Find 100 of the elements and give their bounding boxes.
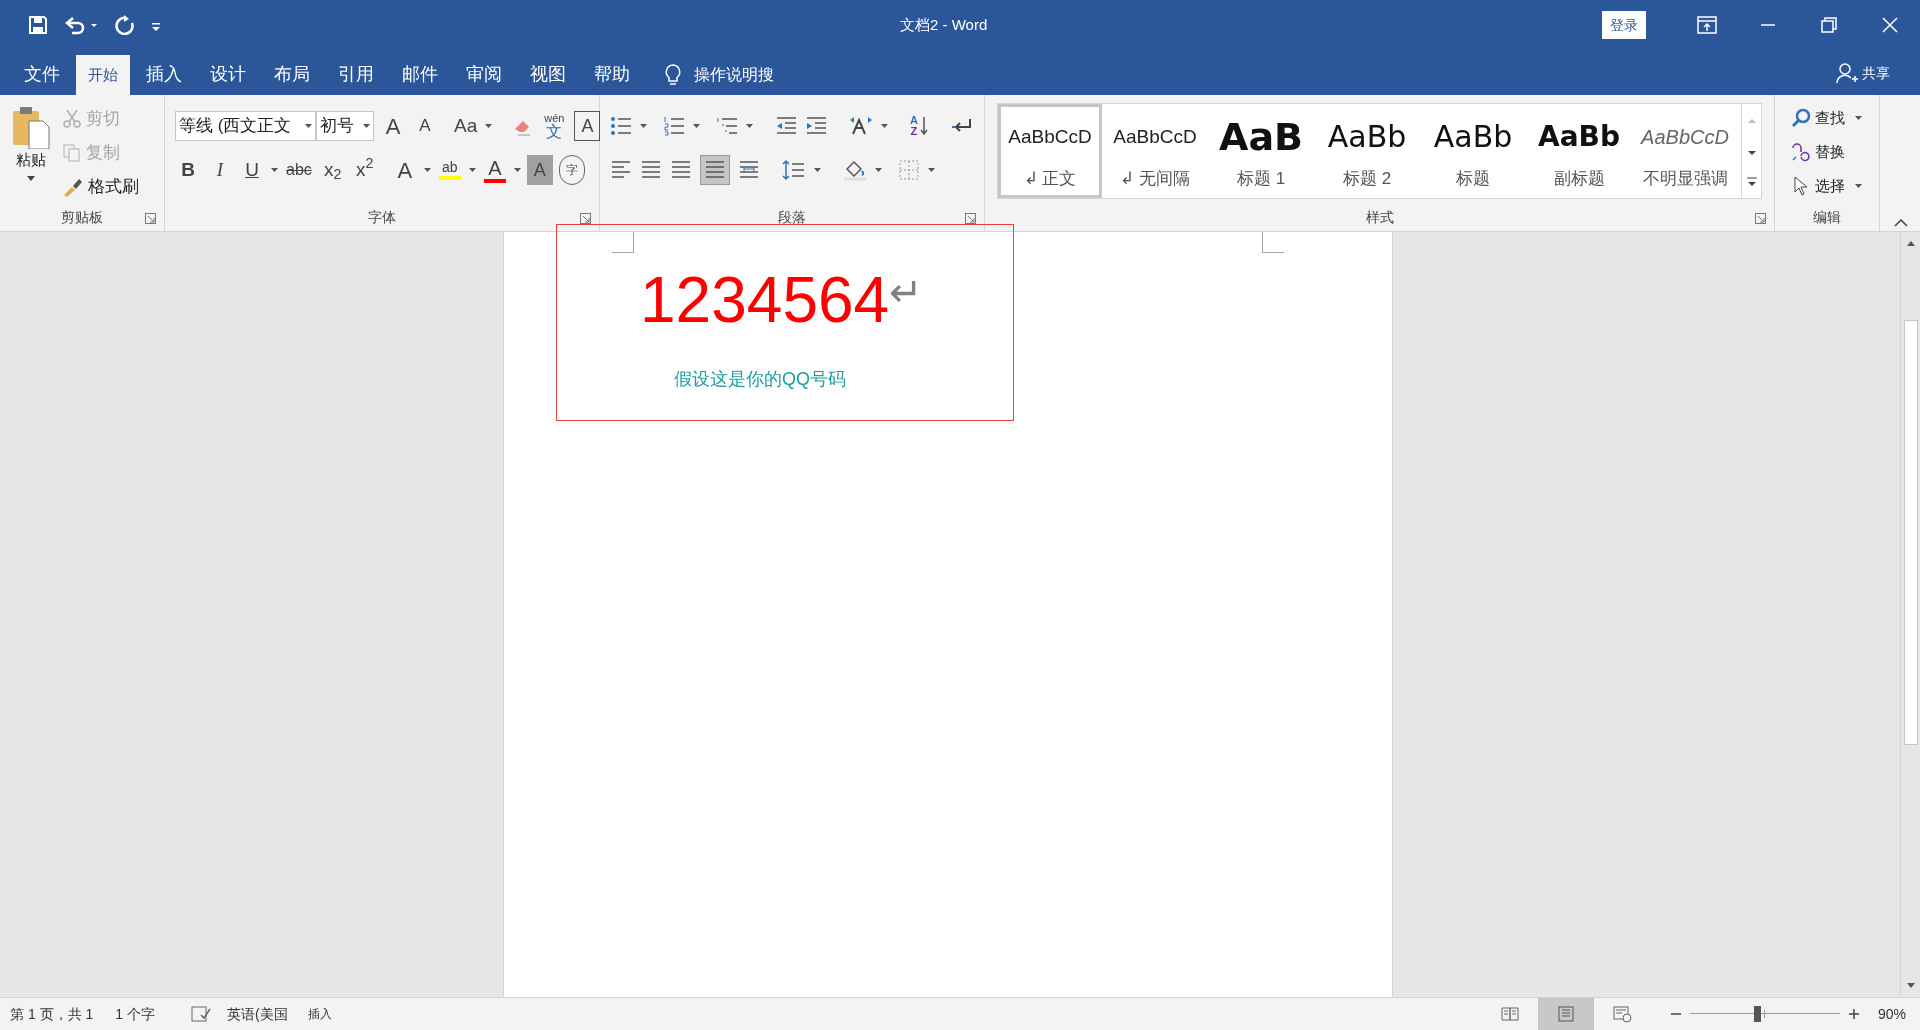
tell-me-search[interactable]: 操作说明搜 [694,63,774,87]
caret-down-icon [1855,184,1862,188]
margin-corner-mark [1262,232,1284,253]
language-indicator[interactable]: 英语(美国 [226,1003,288,1025]
ribbon-tab[interactable]: 帮助 [582,55,642,95]
zoom-in-icon[interactable] [1847,1008,1860,1020]
collapse-ribbon-icon[interactable] [1894,219,1908,227]
caret-down-icon [928,168,935,172]
word-count[interactable]: 1 个字 [115,1003,155,1025]
ribbon-tab[interactable]: 审阅 [454,55,514,95]
increase-indent-icon[interactable] [805,116,827,136]
style-item[interactable]: AaB 标题 1 [1208,104,1314,198]
superscript-button[interactable]: x$^{2}$ [351,155,378,185]
lightbulb-icon[interactable] [664,63,682,87]
dialog-launcher-icon[interactable] [965,213,976,224]
redo-icon[interactable] [114,15,134,35]
read-mode-icon [1499,1005,1520,1023]
clipboard-icon [11,105,51,149]
group-label: 编辑 [1813,207,1841,227]
zoom-level[interactable]: 90% [1877,1003,1906,1025]
ribbon-tab[interactable]: 视图 [518,55,578,95]
decrease-indent-icon[interactable] [775,116,797,136]
ribbon-tab[interactable]: 邮件 [390,55,450,95]
save-icon[interactable] [28,15,48,35]
style-item[interactable]: AaBbCcD ↲ 无间隔 [1102,104,1208,198]
replace-icon [1791,142,1811,162]
find-button[interactable]: 查找 [1791,105,1862,131]
paint-bucket-icon[interactable] [843,159,867,181]
replace-button[interactable]: 替换 [1791,139,1862,165]
justify-icon [704,159,726,181]
restore-icon[interactable] [1820,17,1837,33]
zoom-slider-thumb[interactable] [1754,1006,1762,1022]
style-item[interactable]: AaBbCcD ↲ 正文 [998,104,1102,198]
share-button[interactable]: 共享 [1862,62,1890,84]
font-size-field[interactable]: 初号 [316,111,374,141]
distributed-icon[interactable] [738,159,760,181]
numbering-icon[interactable] [663,116,685,136]
dialog-launcher-icon[interactable] [145,213,156,224]
insert-mode[interactable]: 插入 [307,1005,332,1023]
style-item[interactable]: AaBb 标题 [1420,104,1526,198]
proofing-icon[interactable] [190,1006,211,1022]
style-item[interactable]: AaBb 标题 2 [1314,104,1420,198]
number-text: 1234564 [640,268,890,332]
ribbon-tab[interactable]: 开始 [76,55,130,95]
text-effects-button[interactable]: A [391,155,418,185]
print-layout-icon [1555,1005,1576,1023]
ribbon-tab[interactable]: 文件 [12,55,72,95]
italic-button[interactable]: I [207,155,233,185]
paste-button[interactable]: 粘贴 [0,95,62,203]
caret-down-icon [881,124,888,128]
format-painter-button[interactable]: 格式刷 [62,173,139,201]
text-direction-icon[interactable] [849,116,873,136]
paintbrush-icon [62,177,84,197]
character-shading-button[interactable]: A [526,155,553,185]
strikethrough-button[interactable]: abc [284,155,314,185]
align-left-icon[interactable] [610,159,632,181]
align-right-icon[interactable] [670,159,692,181]
style-item[interactable]: AaBb 副标题 [1526,104,1632,198]
caret-down-icon [363,124,370,128]
line-spacing-icon[interactable] [782,159,806,181]
caption-text: 假设这是你的QQ号码 [674,368,846,391]
dialog-launcher-icon[interactable] [1755,213,1766,224]
dialog-launcher-icon[interactable] [580,213,591,224]
highlight-button[interactable]: ab [436,155,463,185]
align-center-icon[interactable] [640,159,662,181]
person-add-icon[interactable] [1836,62,1858,84]
ribbon-tab[interactable]: 布局 [262,55,322,95]
justify-button[interactable] [700,155,730,185]
close-icon[interactable] [1881,17,1898,33]
margin-corner-mark [612,232,634,253]
underline-button[interactable]: U [239,155,265,185]
ribbon-display-icon[interactable] [1696,16,1717,34]
bullets-icon[interactable] [610,116,632,136]
subscript-button[interactable]: x$_{2}$ [319,155,346,185]
scrollbar-thumb[interactable] [1903,320,1918,745]
character-border-button[interactable]: A [574,111,601,141]
bold-button[interactable]: B [175,155,201,185]
phonetic-guide-button[interactable]: wén 文 [544,112,565,140]
style-item[interactable]: AaBbCcD 不明显强调 [1632,104,1738,198]
ribbon-tab[interactable]: 引用 [326,55,386,95]
font-color-button[interactable]: A [481,155,508,185]
grow-font-button[interactable]: A [380,111,406,141]
page-count[interactable]: 第 1 页，共 1 [10,1003,94,1025]
ribbon-tab[interactable]: 设计 [198,55,258,95]
caret-down-icon [468,168,476,172]
multilevel-list-icon[interactable] [716,116,738,136]
sort-button[interactable]: A Z [910,115,928,137]
caret-down-icon [746,124,753,128]
change-case-button[interactable]: Aa [452,111,480,141]
caret-down-icon [640,124,647,128]
customize-caret-icon[interactable] [150,21,162,33]
font-name-field[interactable]: 等线 (西文正文 [175,111,316,141]
select-button[interactable]: 选择 [1791,173,1862,199]
ribbon-tab[interactable]: 插入 [134,55,194,95]
sign-in-button[interactable]: 登录 [1602,11,1646,39]
view-button[interactable] [1537,997,1594,1030]
caret-down-icon [27,175,35,181]
copy-icon [62,143,82,163]
shrink-font-button[interactable]: A [412,111,438,141]
undo-icon[interactable] [64,15,98,35]
